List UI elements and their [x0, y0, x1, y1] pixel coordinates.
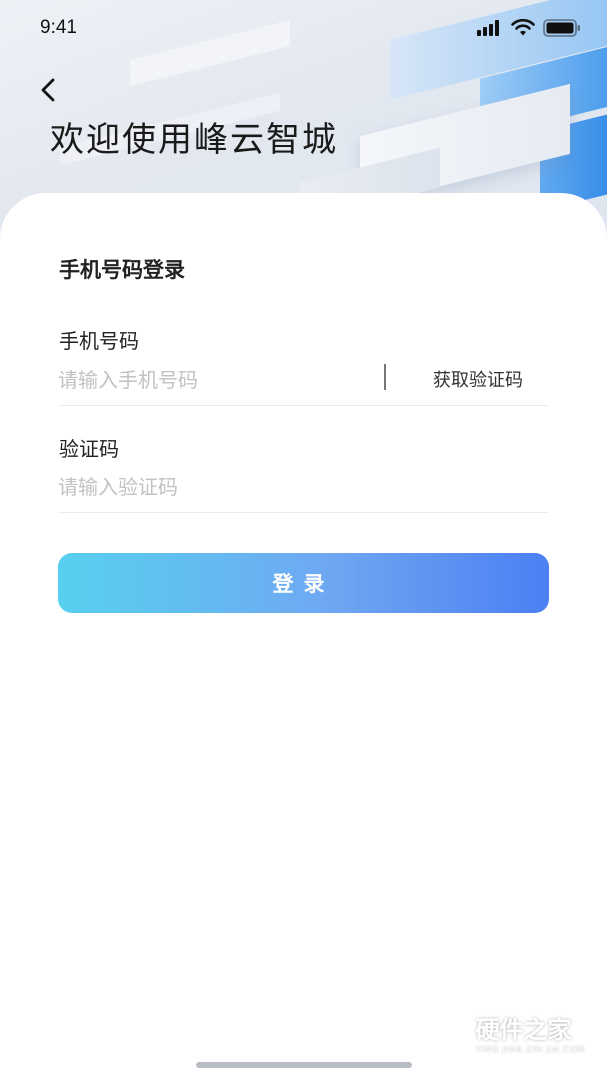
status-icons	[477, 19, 581, 37]
login-button[interactable]: 登录	[58, 553, 549, 613]
back-button[interactable]	[32, 74, 64, 106]
code-input[interactable]	[58, 467, 538, 507]
get-code-button[interactable]: 获取验证码	[433, 366, 523, 392]
signal-icon	[477, 20, 499, 36]
watermark-text: 硬件之家	[475, 1016, 572, 1044]
login-title: 手机号码登录	[59, 258, 185, 282]
hexagon-logo-icon	[429, 1010, 467, 1054]
field-divider	[384, 364, 386, 390]
phone-field-row: 获取验证码	[58, 360, 549, 406]
page-title: 欢迎使用峰云智城	[50, 120, 338, 160]
home-indicator[interactable]	[196, 1062, 412, 1068]
phone-label: 手机号码	[59, 329, 139, 353]
watermark: 硬件之家 YING JIAN ZHI JIA.COM	[428, 1010, 585, 1054]
status-bar: 9:41	[0, 0, 607, 56]
status-time: 9:41	[40, 17, 77, 38]
phone-input[interactable]	[58, 360, 358, 400]
battery-icon	[543, 19, 580, 37]
wifi-icon	[511, 19, 535, 36]
code-label: 验证码	[59, 437, 119, 461]
chevron-left-icon	[41, 78, 55, 102]
watermark-subtext: YING JIAN ZHI JIA.COM	[475, 1045, 585, 1054]
code-field-row	[58, 467, 549, 513]
